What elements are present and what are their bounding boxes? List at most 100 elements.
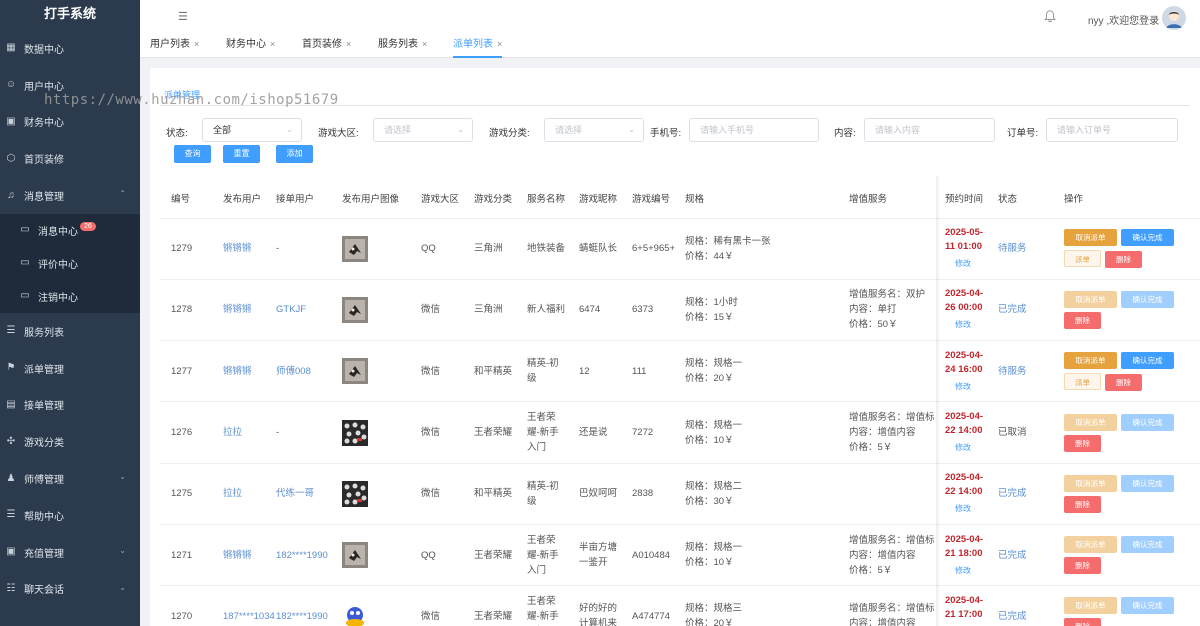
delete-button[interactable]: 删除 — [1064, 557, 1101, 575]
close-icon[interactable]: × — [497, 39, 502, 49]
taker-link[interactable]: 师傅008 — [265, 340, 331, 403]
taker-link[interactable]: 182****1990 — [265, 585, 331, 626]
order-input[interactable]: 请输入订单号 — [1046, 118, 1178, 142]
sidebar-subitem-2[interactable]: ▭ 注销中心 — [0, 280, 140, 313]
status-badge: 已完成 — [987, 524, 1053, 587]
booking-time: 2025-04-21 17:00 — [945, 594, 984, 620]
sidebar-item-4[interactable]: ♫ 消息管理 ⌃ — [0, 177, 140, 214]
edit-time-link[interactable]: 修改 — [955, 379, 987, 394]
spec-cell: 规格：规格一 价格：10￥ — [674, 524, 838, 587]
tab-4[interactable]: 派单列表 × — [453, 34, 503, 58]
delete-button[interactable]: 删除 — [1105, 251, 1142, 269]
confirm-complete-button[interactable]: 确认完成 — [1121, 351, 1174, 369]
actions-cell: 取消派单确认完成删除 — [1053, 524, 1200, 587]
edit-time-link[interactable]: 修改 — [955, 317, 987, 332]
sidebar-item2-1[interactable]: ⚑ 派单管理 — [0, 350, 140, 387]
category-filter-label: 游戏分类: — [489, 128, 530, 139]
sidebar-item2-7[interactable]: ☷ 聊天会话 ⌄ — [0, 571, 140, 608]
publisher-link[interactable]: 拉拉 — [212, 463, 265, 525]
actions-cell: 取消派单确认完成删除 — [1053, 279, 1200, 342]
dispatch-button[interactable]: 派单 — [1064, 372, 1101, 390]
close-icon[interactable]: × — [422, 39, 427, 49]
sidebar-item2-4[interactable]: ♟ 师傅管理 ⌄ — [0, 460, 140, 497]
sidebar-subitem-0[interactable]: ▭ 消息中心 26 — [0, 214, 140, 247]
game-number-cell: A010484 — [621, 524, 674, 587]
bell-icon[interactable] — [1043, 9, 1057, 23]
column-header: 游戏大区 — [410, 178, 463, 219]
sidebar-item-3[interactable]: ⬡ 首页装修 — [0, 140, 140, 177]
cancel-dispatch-button[interactable]: 取消派单 — [1064, 536, 1117, 554]
tab-1[interactable]: 财务中心 × — [226, 34, 275, 58]
delete-button[interactable]: 删除 — [1064, 495, 1101, 513]
edit-time-link[interactable]: 修改 — [955, 440, 987, 455]
column-header: 接单用户 — [265, 178, 331, 219]
hamburger-icon[interactable]: ☰ — [178, 10, 188, 23]
edit-time-link[interactable]: 修改 — [955, 563, 987, 578]
confirm-complete-button[interactable]: 确认完成 — [1121, 597, 1174, 615]
tab-0[interactable]: 用户列表 × — [150, 34, 199, 58]
sidebar-item2-5-label: 帮助中心 — [24, 511, 64, 523]
status-select[interactable]: 全部 ⌄ — [202, 118, 302, 142]
cancel-dispatch-button[interactable]: 取消派单 — [1064, 597, 1117, 615]
region-select[interactable]: 请选择 ⌄ — [373, 118, 473, 142]
category-select-placeholder: 请选择 — [555, 125, 583, 135]
cancel-dispatch-button[interactable]: 取消派单 — [1064, 474, 1117, 492]
confirm-complete-button[interactable]: 确认完成 — [1121, 474, 1174, 492]
category-cell: 王者荣耀 — [463, 401, 516, 464]
cancel-dispatch-button[interactable]: 取消派单 — [1064, 413, 1117, 431]
delete-button[interactable]: 删除 — [1105, 373, 1142, 391]
close-icon[interactable]: × — [194, 39, 199, 49]
game-number-cell: 6373 — [621, 279, 674, 342]
tab-label: 首页装修 — [302, 39, 342, 50]
sidebar-subitem-1[interactable]: ▭ 评价中心 — [0, 247, 140, 280]
edit-time-link[interactable]: 修改 — [955, 256, 987, 271]
publisher-link[interactable]: 锵锵锵 — [212, 218, 265, 280]
cancel-dispatch-button[interactable]: 取消派单 — [1064, 290, 1117, 308]
edit-time-link[interactable]: 修改 — [955, 501, 987, 516]
publisher-link[interactable]: 锵锵锵 — [212, 524, 265, 587]
sidebar-item2-6[interactable]: ▣ 充值管理 ⌄ — [0, 534, 140, 571]
close-icon[interactable]: × — [346, 39, 351, 49]
delete-button[interactable]: 删除 — [1064, 434, 1101, 452]
confirm-complete-button[interactable]: 确认完成 — [1121, 290, 1174, 308]
category-select[interactable]: 请选择 ⌄ — [544, 118, 644, 142]
spec-cell: 规格：规格三 价格：20￥ — [674, 585, 838, 626]
sidebar-item2-3[interactable]: ✣ 游戏分类 — [0, 423, 140, 460]
delete-button[interactable]: 删除 — [1064, 311, 1101, 329]
publisher-link[interactable]: 锵锵锵 — [212, 340, 265, 403]
publisher-link[interactable]: 拉拉 — [212, 401, 265, 464]
status-badge: 已完成 — [987, 279, 1053, 342]
taker-link[interactable]: 代练一哥 — [265, 463, 331, 525]
cancel-dispatch-button[interactable]: 取消派单 — [1064, 229, 1117, 247]
sidebar-item-0[interactable]: ▦ 数据中心 — [0, 30, 140, 67]
cancel-dispatch-button[interactable]: 取消派单 — [1064, 351, 1117, 369]
reset-button[interactable]: 重置 — [223, 145, 260, 163]
add-button[interactable]: 添加 — [276, 145, 313, 163]
sidebar-item2-5[interactable]: ☰ 帮助中心 — [0, 497, 140, 534]
taker-link[interactable]: 182****1990 — [265, 524, 331, 587]
sidebar-item2-2[interactable]: ▤ 接单管理 — [0, 387, 140, 424]
close-icon[interactable]: × — [270, 39, 275, 49]
publisher-link[interactable]: 187****1034 — [212, 585, 275, 626]
delete-button[interactable]: 删除 — [1064, 618, 1101, 626]
taker-link[interactable]: GTKJF — [265, 279, 331, 342]
sidebar-item2-0[interactable]: ☰ 服务列表 — [0, 313, 140, 350]
confirm-complete-button[interactable]: 确认完成 — [1121, 229, 1174, 247]
chevron-down-icon: ⌄ — [628, 125, 635, 134]
dispatch-button[interactable]: 派单 — [1064, 250, 1101, 268]
tab-3[interactable]: 服务列表 × — [378, 34, 427, 58]
sidebar-item-2[interactable]: ▣ 财务中心 — [0, 104, 140, 141]
publisher-link[interactable]: 锵锵锵 — [212, 279, 265, 342]
avatar[interactable] — [1162, 6, 1186, 30]
user-avatar-image — [342, 235, 368, 262]
column-header: 服务名称 — [516, 178, 568, 219]
query-button[interactable]: 查询 — [174, 145, 211, 163]
content-input[interactable]: 请输入内容 — [864, 118, 995, 142]
phone-input[interactable]: 请输入手机号 — [689, 118, 819, 142]
category-cell: 三角洲 — [463, 218, 516, 280]
chevron-down-icon: ⌄ — [286, 125, 293, 134]
confirm-complete-button[interactable]: 确认完成 — [1121, 413, 1174, 431]
tab-2[interactable]: 首页装修 × — [302, 34, 351, 58]
confirm-complete-button[interactable]: 确认完成 — [1121, 536, 1174, 554]
region-cell: 微信 — [410, 463, 463, 525]
